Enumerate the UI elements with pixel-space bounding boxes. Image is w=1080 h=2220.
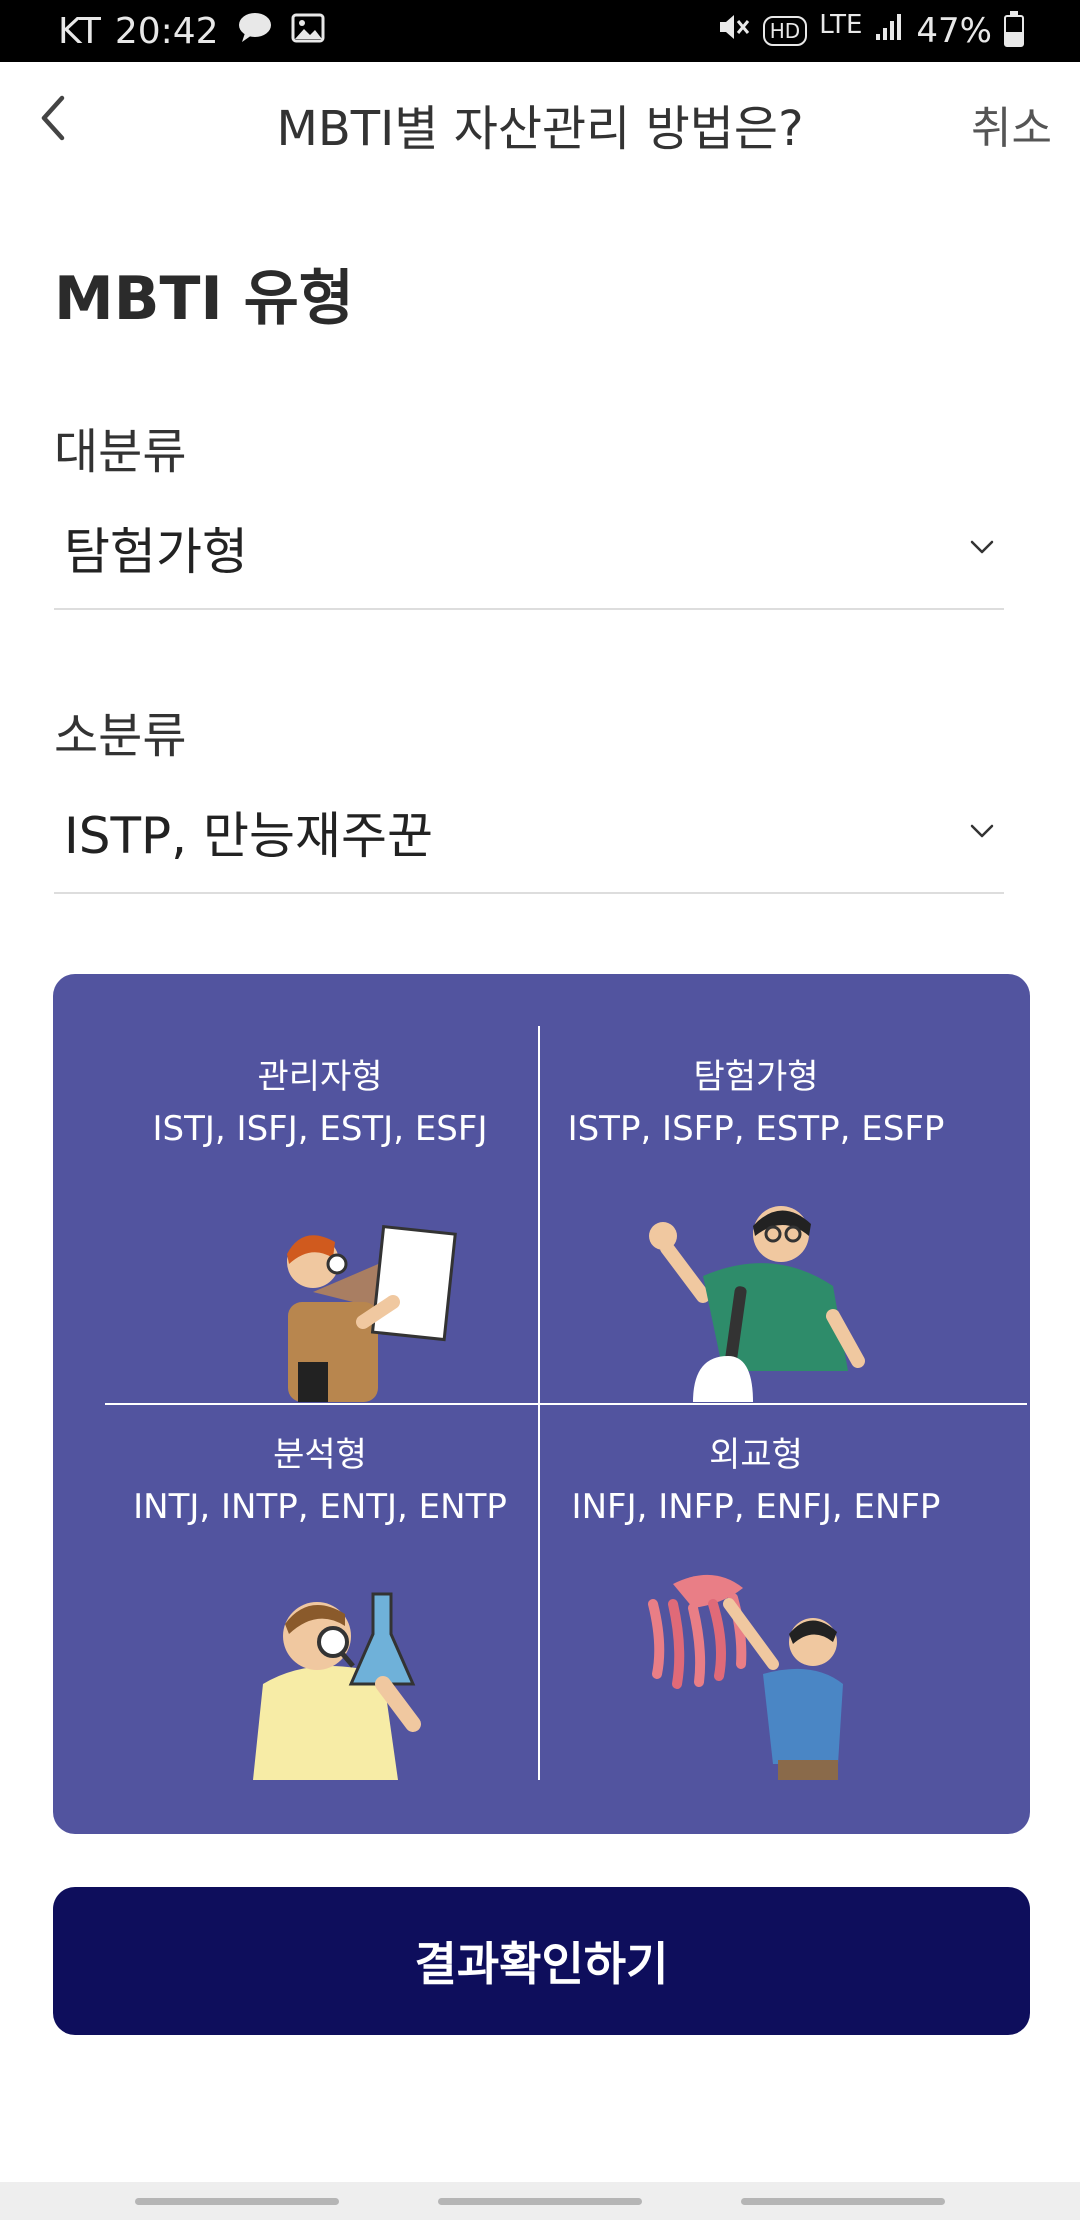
chevron-down-icon	[970, 540, 994, 554]
app-header: MBTI별 자산관리 방법은? 취소	[0, 62, 1080, 190]
page-title: MBTI별 자산관리 방법은?	[276, 101, 804, 157]
major-category-value: 탐험가형	[64, 523, 248, 581]
signal-icon	[874, 11, 904, 51]
mechanic-illustration-icon	[649, 1206, 865, 1402]
status-right: HD LTE 47%	[705, 0, 1024, 62]
type-name: 분석형	[273, 1435, 367, 1475]
nav-home-button[interactable]	[438, 2198, 642, 2205]
type-members: INFJ, INFP, ENFJ, ENFP	[571, 1487, 941, 1527]
type-quadrant-sentinel: 관리자형 ISTJ, ISFJ, ESTJ, ESFJ	[105, 1052, 535, 1156]
clock: 20:42	[114, 10, 219, 52]
inspector-illustration-icon	[287, 1224, 457, 1402]
nav-recents-button[interactable]	[135, 2198, 339, 2205]
major-category-label: 대분류	[54, 424, 187, 480]
type-members: INTJ, INTP, ENTJ, ENTP	[133, 1487, 507, 1527]
section-title: MBTI 유형	[54, 264, 354, 334]
navigation-bar	[0, 2182, 1080, 2220]
hd-voice-icon: HD	[762, 16, 808, 46]
carrier-label: KT	[58, 10, 101, 52]
talk-bubble-icon	[237, 11, 273, 52]
check-result-button[interactable]: 결과확인하기	[53, 1887, 1030, 2035]
major-category-select[interactable]: 탐험가형	[54, 500, 1004, 610]
grid-divider-horizontal	[105, 1403, 1027, 1405]
status-bar: KT 20:42 HD LTE 47%	[0, 0, 1080, 62]
mute-icon	[717, 11, 751, 52]
minor-category-value: ISTP, 만능재주꾼	[64, 807, 433, 865]
type-name: 관리자형	[257, 1057, 383, 1097]
type-members: ISTP, ISFP, ESTP, ESFP	[567, 1109, 945, 1149]
type-name: 외교형	[709, 1435, 803, 1475]
type-members: ISTJ, ISFJ, ESTJ, ESFJ	[152, 1109, 488, 1149]
chevron-left-icon	[41, 95, 65, 141]
type-quadrant-explorer: 탐험가형 ISTP, ISFP, ESTP, ESFP	[541, 1052, 971, 1156]
type-quadrant-analyst: 분석형 INTJ, INTP, ENTJ, ENTP	[105, 1430, 535, 1534]
minor-category-label: 소분류	[54, 708, 187, 764]
battery-icon	[1004, 11, 1024, 47]
type-name: 탐험가형	[693, 1057, 819, 1097]
image-icon	[291, 11, 325, 52]
flowers-illustration-icon	[648, 1574, 843, 1780]
scientist-illustration-icon	[253, 1592, 421, 1780]
nav-back-button[interactable]	[741, 2198, 945, 2205]
type-quadrant-diplomat: 외교형 INFJ, INFP, ENFJ, ENFP	[541, 1430, 971, 1534]
back-button[interactable]	[34, 90, 94, 154]
minor-category-select[interactable]: ISTP, 만능재주꾼	[54, 784, 1004, 894]
cancel-button[interactable]: 취소	[971, 62, 1052, 186]
chevron-down-icon	[970, 824, 994, 838]
status-left: KT 20:42	[58, 0, 325, 62]
mbti-type-grid: 관리자형 ISTJ, ISFJ, ESTJ, ESFJ 탐험가형 ISTP, I…	[53, 974, 1030, 1834]
battery-percent: 47%	[916, 11, 992, 51]
network-type: LTE	[819, 10, 863, 40]
battery-fill	[1006, 31, 1022, 45]
